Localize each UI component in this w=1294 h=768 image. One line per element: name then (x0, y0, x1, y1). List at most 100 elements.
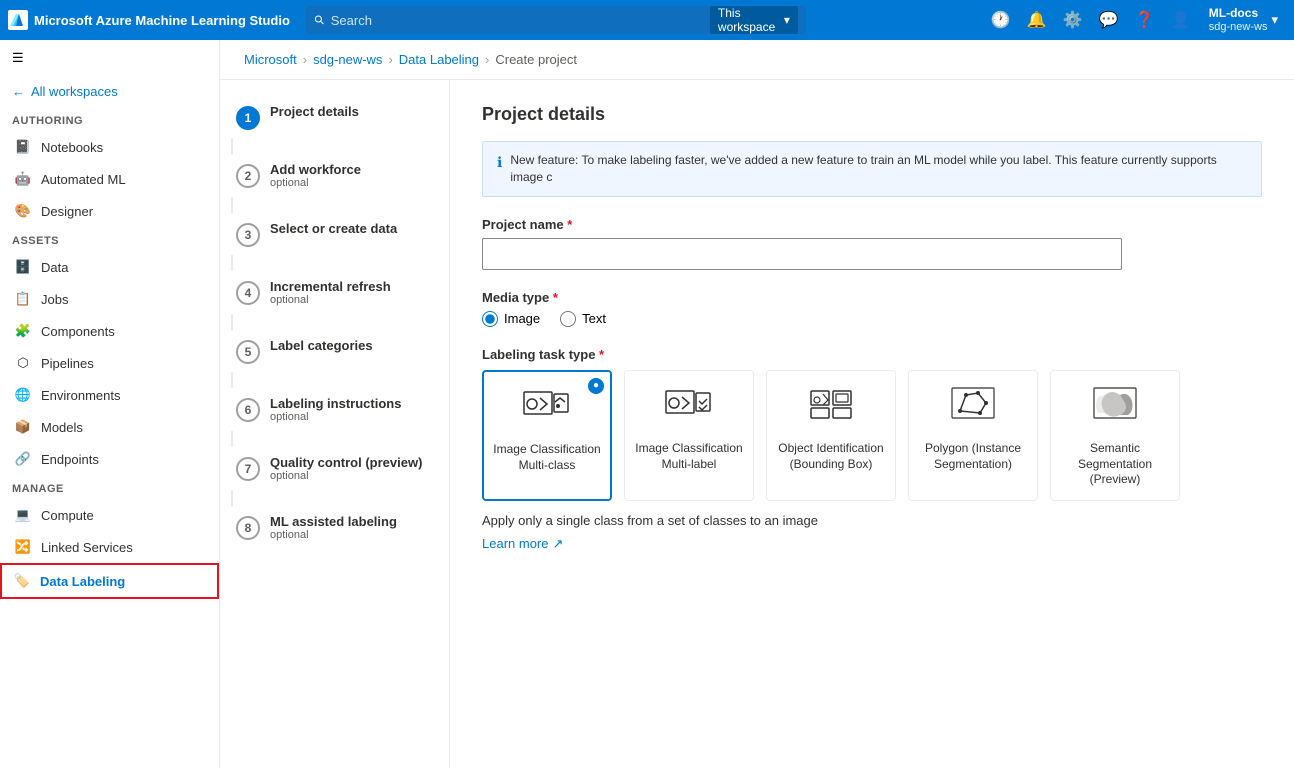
step-connector (231, 255, 233, 271)
models-icon: 📦 (15, 419, 31, 435)
settings-icon[interactable]: ⚙️ (1057, 4, 1089, 36)
semantic-icon (1090, 383, 1140, 434)
step-circle-1: 1 (236, 106, 260, 130)
search-bar[interactable]: This workspace ▾ (306, 6, 806, 34)
designer-icon: 🎨 (15, 203, 31, 219)
back-arrow-icon: ← (12, 84, 25, 99)
wizard-step-3[interactable]: 3 Select or create data (220, 213, 449, 255)
media-type-radio-group: Image Text (482, 311, 1262, 327)
polygon-icon (948, 383, 998, 434)
obj-id-label: Object Identification (Bounding Box) (775, 441, 887, 472)
main-content: Microsoft › sdg-new-ws › Data Labeling ›… (220, 40, 1294, 768)
project-name-field: Project name * (482, 217, 1262, 270)
sidebar-item-models[interactable]: 📦 Models (0, 411, 219, 443)
img-class-multilabel-label: Image Classification Multi-label (633, 441, 745, 472)
sidebar-item-jobs[interactable]: 📋 Jobs (0, 283, 219, 315)
search-icon (314, 13, 325, 27)
img-class-multi-icon (522, 384, 572, 435)
image-radio[interactable] (482, 311, 498, 327)
external-link-icon: ↗ (552, 536, 563, 552)
text-radio[interactable] (560, 311, 576, 327)
topnav-icons: 🕐 🔔 ⚙️ 💬 ❓ 👤 ML-docs sdg-new-ws ▾ (985, 4, 1286, 36)
linked-services-icon: 🔀 (15, 539, 31, 555)
data-labeling-icon: 🏷️ (14, 573, 30, 589)
user-section[interactable]: ML-docs sdg-new-ws ▾ (1201, 6, 1286, 34)
img-class-multi-label: Image Classification Multi-class (492, 442, 602, 473)
step-circle-2: 2 (236, 164, 260, 188)
assets-section-label: Assets (0, 227, 219, 251)
wizard-step-5[interactable]: 5 Label categories (220, 330, 449, 372)
automl-icon: 🤖 (15, 171, 31, 187)
sidebar-item-designer[interactable]: 🎨 Designer (0, 195, 219, 227)
form-panel: Project details ℹ New feature: To make l… (450, 80, 1294, 768)
task-card-semantic[interactable]: Semantic Segmentation (Preview) (1050, 370, 1180, 501)
data-icon: 🗄️ (15, 259, 31, 275)
authoring-section-label: Authoring (0, 107, 219, 131)
media-type-text[interactable]: Text (560, 311, 606, 327)
wizard-step-6[interactable]: 6 Labeling instructions optional (220, 388, 449, 431)
img-class-multilabel-icon (664, 383, 714, 434)
feedback-icon[interactable]: 💬 (1093, 4, 1125, 36)
required-star: * (567, 217, 572, 232)
back-to-workspaces[interactable]: ← All workspaces (0, 76, 219, 107)
wizard-step-4[interactable]: 4 Incremental refresh optional (220, 271, 449, 314)
pipelines-icon: ⬡ (15, 355, 31, 371)
notebooks-icon: 📓 (15, 139, 31, 155)
obj-id-icon (806, 383, 856, 434)
step-connector (231, 431, 233, 447)
clock-icon[interactable]: 🕐 (985, 4, 1017, 36)
sidebar-toggle[interactable]: ☰ (0, 40, 219, 76)
manage-section-label: Manage (0, 475, 219, 499)
components-icon: 🧩 (15, 323, 31, 339)
info-text: New feature: To make labeling faster, we… (510, 152, 1247, 186)
step-connector (231, 314, 233, 330)
step-circle-3: 3 (236, 223, 260, 247)
info-icon: ℹ (497, 153, 502, 173)
sidebar-item-endpoints[interactable]: 🔗 Endpoints (0, 443, 219, 475)
wizard-steps: 1 Project details 2 Add workforce option… (220, 80, 450, 768)
semantic-label: Semantic Segmentation (Preview) (1059, 441, 1171, 488)
task-card-img-class-multilabel[interactable]: Image Classification Multi-label (624, 370, 754, 501)
user-icon[interactable]: 👤 (1165, 4, 1197, 36)
top-navigation: Microsoft Azure Machine Learning Studio … (0, 0, 1294, 40)
sidebar-item-data-labeling[interactable]: 🏷️ Data Labeling (0, 563, 219, 599)
breadcrumb: Microsoft › sdg-new-ws › Data Labeling ›… (220, 40, 1294, 80)
workspace-badge[interactable]: This workspace ▾ (710, 6, 798, 34)
task-card-img-class-multi[interactable]: ● (482, 370, 612, 501)
search-input[interactable] (331, 13, 704, 28)
step-connector (231, 490, 233, 506)
wizard-step-2[interactable]: 2 Add workforce optional (220, 154, 449, 197)
help-icon[interactable]: ❓ (1129, 4, 1161, 36)
task-type-label: Labeling task type * (482, 347, 1262, 362)
breadcrumb-microsoft[interactable]: Microsoft (244, 52, 297, 67)
required-star-task: * (599, 347, 604, 362)
sidebar-item-notebooks[interactable]: 📓 Notebooks (0, 131, 219, 163)
info-banner: ℹ New feature: To make labeling faster, … (482, 141, 1262, 197)
sidebar-item-linked-services[interactable]: 🔀 Linked Services (0, 531, 219, 563)
project-name-input[interactable] (482, 238, 1122, 270)
sidebar-item-components[interactable]: 🧩 Components (0, 315, 219, 347)
task-type-field: Labeling task type * ● (482, 347, 1262, 552)
learn-more-link[interactable]: Learn more ↗ (482, 536, 563, 552)
step-circle-5: 5 (236, 340, 260, 364)
sidebar-item-data[interactable]: 🗄️ Data (0, 251, 219, 283)
wizard-step-7[interactable]: 7 Quality control (preview) optional (220, 447, 449, 490)
wizard-step-1[interactable]: 1 Project details (220, 96, 449, 138)
media-type-image[interactable]: Image (482, 311, 540, 327)
breadcrumb-data-labeling[interactable]: Data Labeling (399, 52, 479, 67)
sidebar-item-environments[interactable]: 🌐 Environments (0, 379, 219, 411)
wizard-step-8[interactable]: 8 ML assisted labeling optional (220, 506, 449, 549)
project-name-label: Project name * (482, 217, 1262, 232)
breadcrumb-workspace[interactable]: sdg-new-ws (313, 52, 382, 67)
bell-icon[interactable]: 🔔 (1021, 4, 1053, 36)
task-card-polygon[interactable]: Polygon (Instance Segmentation) (908, 370, 1038, 501)
sidebar-item-compute[interactable]: 💻 Compute (0, 499, 219, 531)
media-type-field: Media type * Image Text (482, 290, 1262, 327)
brand-logo: Microsoft Azure Machine Learning Studio (8, 10, 290, 30)
step-circle-6: 6 (236, 398, 260, 422)
task-card-obj-id[interactable]: Object Identification (Bounding Box) (766, 370, 896, 501)
step-circle-4: 4 (236, 281, 260, 305)
sidebar-item-pipelines[interactable]: ⬡ Pipelines (0, 347, 219, 379)
sidebar-item-automated-ml[interactable]: 🤖 Automated ML (0, 163, 219, 195)
card-check-icon: ● (588, 378, 604, 394)
